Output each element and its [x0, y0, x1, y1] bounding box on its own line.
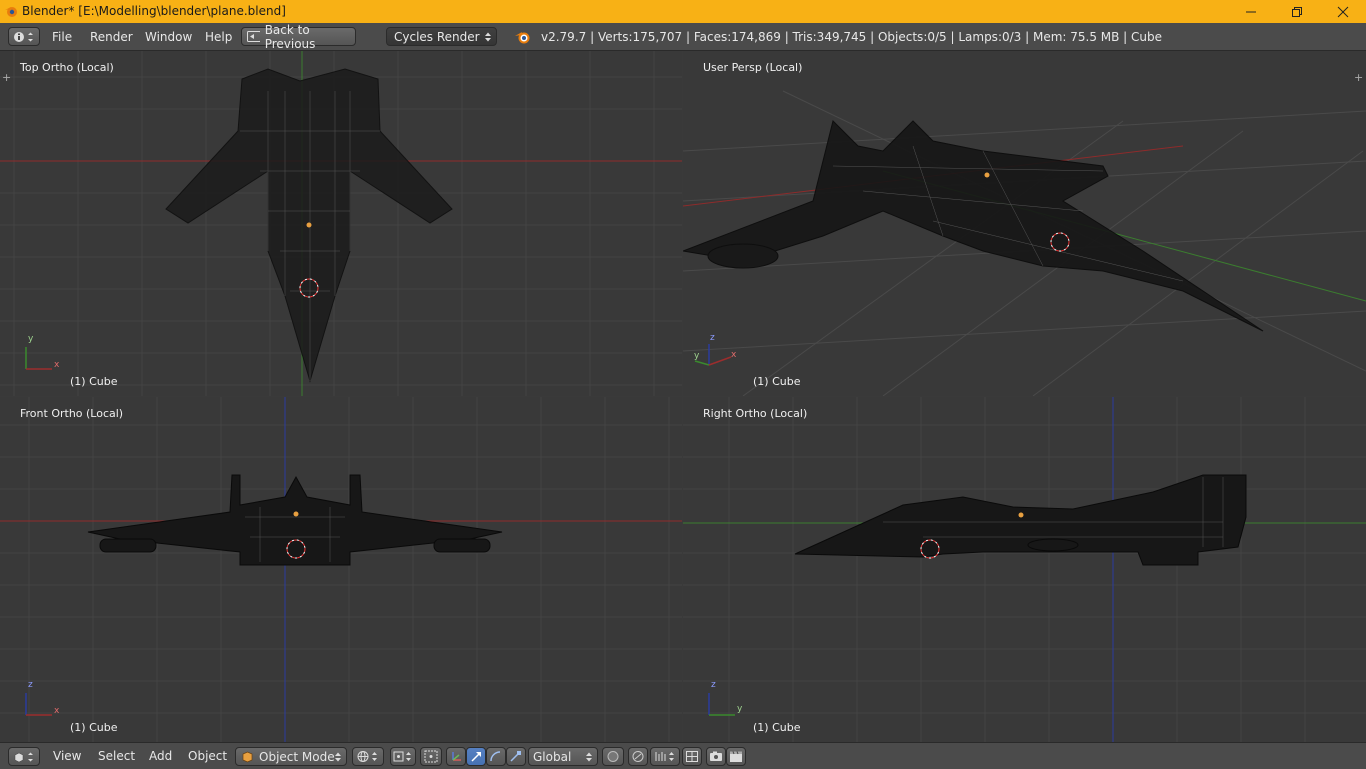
menu-add[interactable]: Add — [149, 749, 172, 763]
info-header: File Render Window Help Back to Previous… — [0, 23, 1366, 51]
toolshelf-toggle[interactable]: + — [2, 72, 12, 83]
viewport-label: User Persp (Local) — [703, 61, 803, 74]
axis-gizmo — [25, 693, 52, 716]
viewport-top-ortho[interactable]: y x + Top Ortho (Local) (1) Cube — [0, 51, 682, 396]
manipulate-center-icon — [424, 750, 438, 763]
viewport-front-ortho[interactable]: z x Front Ortho (Local) (1) Cube — [0, 397, 682, 742]
editor-type-button[interactable] — [8, 747, 40, 766]
viewport-label: Right Ortho (Local) — [703, 407, 808, 420]
pivot-origins-toggle[interactable] — [420, 747, 442, 766]
axis-z-label: z — [711, 680, 716, 690]
persp-view-scene — [683, 90, 1366, 396]
snap-target-button[interactable] — [682, 747, 702, 766]
title-bar: Blender* [E:\Modelling\blender\plane.ble… — [0, 0, 1366, 23]
axis-gizmo — [694, 344, 732, 366]
plane-mesh-persp — [683, 120, 1264, 332]
active-object-label: (1) Cube — [753, 375, 801, 388]
snap-element-select[interactable] — [650, 747, 680, 766]
window-title: Blender* [E:\Modelling\blender\plane.ble… — [22, 4, 286, 18]
render-engine-select[interactable]: Cycles Render — [386, 27, 497, 46]
transform-orientation-select[interactable]: Global — [528, 747, 598, 766]
axis-x-label: x — [54, 706, 60, 716]
blender-logo-icon — [515, 32, 530, 44]
menu-view[interactable]: View — [53, 749, 81, 763]
scale-manipulator-button[interactable] — [506, 747, 526, 766]
3d-view-header: View Select Add Object Object Mode Globa… — [0, 742, 1366, 769]
wireframe-sphere-icon — [357, 751, 377, 762]
info-editor-icon — [14, 31, 33, 42]
clapperboard-icon — [730, 751, 742, 762]
manipulator-axes-icon — [452, 752, 461, 761]
front-view-scene — [0, 397, 682, 742]
viewport-right-ortho[interactable]: z y Right Ortho (Local) (1) Cube — [683, 397, 1366, 742]
axis-y-label: y — [694, 351, 700, 361]
menu-window[interactable]: Window — [145, 30, 192, 44]
opengl-render-image-button[interactable] — [706, 747, 726, 766]
close-button[interactable] — [1320, 0, 1366, 23]
proportional-edit-icon — [632, 751, 644, 762]
close-icon — [1337, 6, 1349, 17]
viewport-shading-select[interactable] — [352, 747, 384, 766]
axis-z-label: z — [710, 333, 715, 343]
layer-circle-icon — [607, 751, 619, 762]
axis-x-label: x — [731, 350, 737, 360]
menu-file[interactable]: File — [52, 30, 72, 44]
rotate-arc-icon — [490, 751, 501, 762]
active-object-label: (1) Cube — [753, 721, 801, 734]
menu-object[interactable]: Object — [188, 749, 227, 763]
translate-arrow-icon — [471, 752, 481, 762]
render-engine-label: Cycles Render — [394, 29, 480, 44]
axis-z-label: z — [28, 680, 33, 690]
restore-button[interactable] — [1274, 0, 1320, 23]
axis-gizmo — [708, 693, 735, 716]
axis-x-label: x — [54, 360, 60, 370]
camera-icon — [710, 751, 722, 761]
object-mode-icon — [242, 751, 253, 763]
viewport-label: Front Ortho (Local) — [20, 407, 124, 420]
editor-type-button[interactable] — [8, 27, 40, 46]
snap-increment-icon — [655, 752, 674, 761]
viewport-label: Top Ortho (Local) — [20, 61, 114, 74]
axis-y-label: y — [28, 334, 34, 344]
proportional-edit-toggle[interactable] — [628, 747, 648, 766]
mode-select[interactable]: Object Mode — [235, 747, 347, 766]
scene-stats: v2.79.7 | Verts:175,707 | Faces:174,869 … — [541, 30, 1163, 44]
layers-button[interactable] — [602, 747, 624, 766]
scale-handle-icon — [510, 751, 521, 762]
minimize-button[interactable] — [1228, 0, 1274, 23]
pivot-icon — [393, 751, 411, 762]
top-view-scene — [0, 51, 682, 396]
right-view-scene — [683, 397, 1366, 742]
updown-arrows-icon — [335, 752, 341, 762]
translate-manipulator-button[interactable] — [466, 747, 486, 766]
back-screen-icon — [247, 31, 260, 42]
updown-arrows-icon — [485, 32, 491, 42]
3d-view-editor-icon — [14, 752, 33, 762]
active-object-label: (1) Cube — [70, 721, 118, 734]
active-object-label: (1) Cube — [70, 375, 118, 388]
minimize-icon — [1246, 11, 1256, 12]
manipulator-toggle[interactable] — [446, 747, 466, 766]
menu-select[interactable]: Select — [98, 749, 135, 763]
blender-logo-icon — [5, 7, 17, 17]
axis-y-label: y — [737, 704, 743, 714]
menu-help[interactable]: Help — [205, 30, 232, 44]
orientation-label: Global — [533, 749, 572, 764]
pivot-point-select[interactable] — [390, 747, 416, 766]
snap-grid-icon — [686, 751, 698, 762]
updown-arrows-icon — [586, 752, 592, 762]
axis-gizmo — [25, 347, 52, 370]
restore-icon — [1292, 6, 1302, 17]
opengl-render-animation-button[interactable] — [726, 747, 746, 766]
mode-label: Object Mode — [259, 749, 335, 764]
back-to-previous-label: Back to Previous — [264, 22, 316, 51]
viewport-user-persp[interactable]: z y x + User Persp (Local) (1) Cube — [683, 51, 1366, 396]
properties-toggle[interactable]: + — [1354, 72, 1364, 83]
menu-render[interactable]: Render — [90, 30, 133, 44]
rotate-manipulator-button[interactable] — [486, 747, 506, 766]
back-to-previous-button[interactable]: Back to Previous — [241, 23, 356, 51]
